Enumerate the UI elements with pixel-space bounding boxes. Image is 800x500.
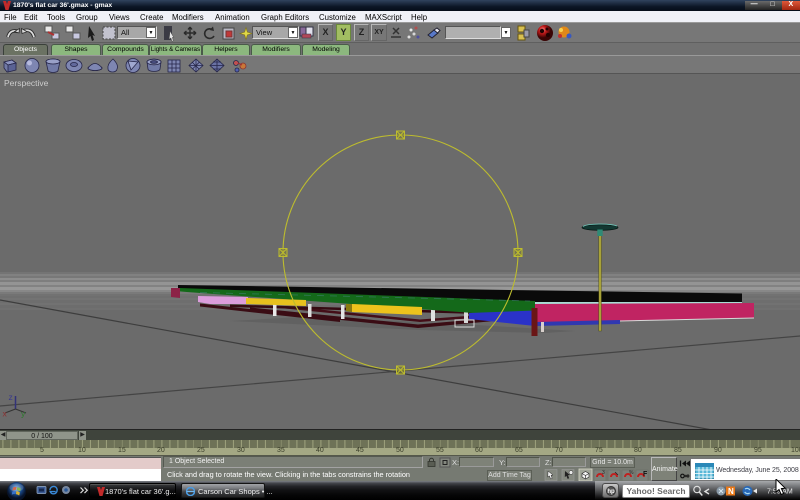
svg-text:N: N	[728, 487, 734, 496]
svg-text:z: z	[9, 392, 13, 402]
svg-text:F: F	[643, 471, 648, 478]
svg-text:%: %	[629, 470, 634, 476]
svg-text:3: 3	[602, 470, 605, 476]
